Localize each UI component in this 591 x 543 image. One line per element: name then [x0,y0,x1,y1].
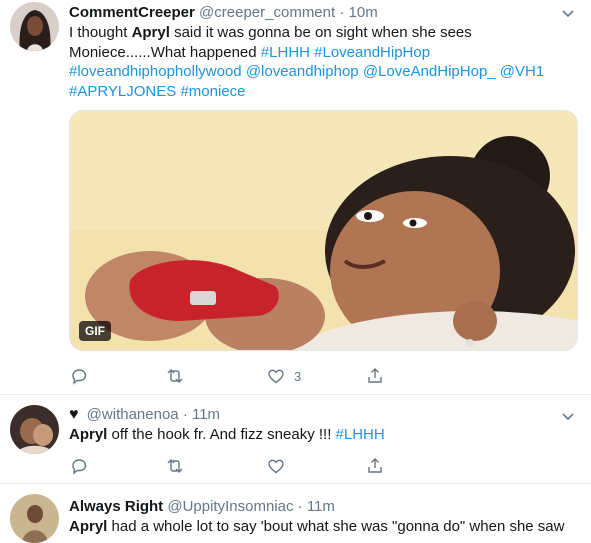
text-segment: I thought [69,24,132,41]
tweet[interactable]: CommentCreeper @creeper_comment · 10m I … [0,0,591,395]
mention-bold: Apryl [69,426,108,443]
display-name[interactable]: CommentCreeper [69,4,195,21]
reply-icon [72,459,87,475]
tweet-text: Apryl had a whole lot to say 'bout what … [69,517,574,537]
tweet-text: Apryl off the hook fr. And fizz sneaky !… [69,425,574,445]
tweet-actions [69,456,399,476]
like-button[interactable]: 3 [267,366,301,386]
like-button[interactable] [267,456,285,476]
reply-button[interactable] [70,456,88,476]
hashtag-link[interactable]: #loveandhiphophollywood [69,63,242,80]
mention-link[interactable]: @LoveAndHipHop_ [363,63,496,80]
retweet-button[interactable] [166,456,184,476]
tweet-text: I thought Apryl said it was gonna be on … [69,23,574,101]
display-name[interactable]: Always Right [69,498,163,515]
reply-icon [72,369,87,385]
share-icon [368,458,382,473]
avatar[interactable] [10,405,59,454]
gif-badge: GIF [79,321,111,341]
timestamp[interactable]: 11m [307,498,335,515]
text-segment: off the hook fr. And fizz sneaky !!! [107,426,336,443]
timestamp[interactable]: 11m [192,406,220,423]
avatar[interactable] [10,494,59,543]
like-icon [268,459,284,474]
reply-button[interactable] [70,366,88,386]
timestamp[interactable]: 10m [349,4,378,21]
tweet-header: CommentCreeper @creeper_comment · 10m [69,3,378,23]
hashtag-link[interactable]: #LHHH [261,44,310,61]
avatar[interactable] [10,2,59,51]
like-count: 3 [294,368,302,384]
hashtag-link[interactable]: #LoveandHipHop [314,44,430,61]
user-handle[interactable]: @UppityInsomniac [167,498,293,515]
user-handle[interactable]: @withanenoa [87,406,179,423]
heart-icon[interactable]: ♥ [69,406,79,423]
tweet-header: ♥ @withanenoa · 11m [69,405,220,425]
user-handle[interactable]: @creeper_comment [199,4,335,21]
like-icon [268,369,284,384]
hashtag-link[interactable]: #LHHH [336,426,385,443]
retweet-icon [167,459,183,473]
mention-link[interactable]: @loveandhiphop [246,63,359,80]
mention-link[interactable]: @VH1 [500,63,544,80]
share-button[interactable] [366,366,384,386]
chevron-down-icon[interactable] [561,409,575,423]
mention-bold: Apryl [69,518,108,535]
separator-dot: · [339,4,345,21]
gif-media[interactable]: GIF [69,110,578,351]
tweet-actions: 3 [69,366,399,386]
mention-bold: Apryl [131,24,170,41]
gif-image [70,111,577,350]
retweet-button[interactable] [166,366,184,386]
share-icon [368,368,382,383]
tweet[interactable]: Always Right @UppityInsomniac · 11m Apry… [0,484,591,543]
retweet-icon [167,369,183,383]
separator-dot: · [297,498,303,515]
separator-dot: · [182,406,188,423]
tweet-header: Always Right @UppityInsomniac · 11m [69,497,335,517]
share-button[interactable] [366,456,384,476]
hashtag-link[interactable]: #APRYLJONES [69,83,176,100]
text-segment: had a whole lot to say 'bout what she wa… [107,518,565,535]
hashtag-link[interactable]: #moniece [180,83,245,100]
chevron-down-icon[interactable] [561,6,575,20]
